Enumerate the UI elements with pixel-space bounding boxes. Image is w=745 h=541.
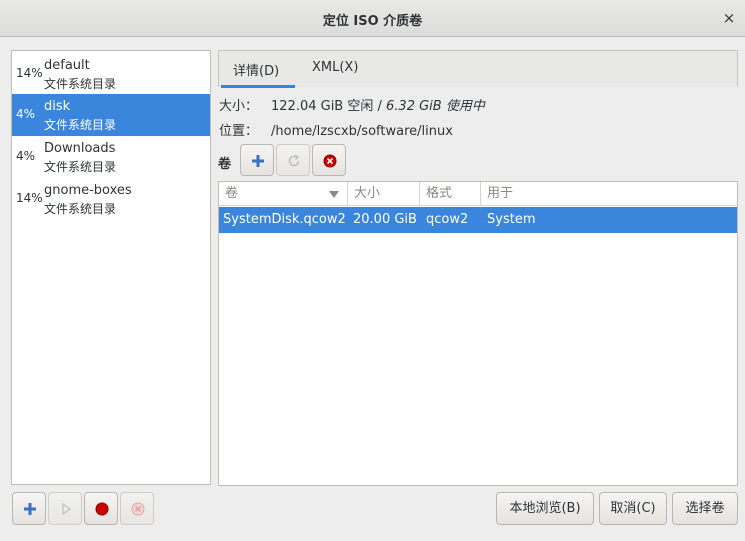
cancel-button[interactable]: 取消(C) [599,492,667,525]
table-row[interactable]: SystemDisk.qcow2 20.00 GiB qcow2 System [219,207,737,233]
delete-pool-button[interactable] [120,492,154,525]
play-icon [62,502,72,516]
column-header-label: 用于 [487,186,514,201]
pool-type: 文件系统目录 [44,202,117,216]
close-icon[interactable]: × [719,8,739,28]
pool-type: 文件系统目录 [44,160,117,174]
size-free: 122.04 GiB 空闲 [271,99,374,114]
record-icon [95,502,109,516]
location-value: /home/lzscxb/software/linux [271,124,453,139]
pool-name: Downloads [44,141,116,156]
pool-usage-percent: 4% [16,107,36,121]
pool-name: gnome-boxes [44,183,132,198]
size-label: 大小： [219,99,259,114]
column-header-volume[interactable]: 卷 [219,182,348,206]
pool-usage-percent: 4% [16,149,36,163]
pool-usage-percent: 14% [16,191,43,205]
pool-type: 文件系统目录 [44,118,117,132]
volume-used-by-cell: System [487,212,536,227]
volume-format-cell: qcow2 [426,212,469,227]
volumes-label: 卷 [218,157,232,172]
size-used: 6.32 GiB 使用中 [386,99,485,114]
browse-local-button[interactable]: 本地浏览(B) [496,492,594,525]
add-pool-button[interactable] [12,492,46,525]
title-bar: 定位 ISO 介质卷 × [0,0,745,37]
refresh-volumes-button[interactable] [276,144,310,176]
start-pool-button[interactable] [48,492,82,525]
tab-xml[interactable]: XML(X) [312,60,358,75]
column-header-size[interactable]: 大小 [348,182,420,206]
size-row: 大小： 122.04 GiB 空闲 / 6.32 GiB 使用中 [219,95,485,114]
column-header-used-by[interactable]: 用于 [481,182,737,206]
window-title: 定位 ISO 介质卷 [322,14,423,29]
plus-icon [24,503,36,515]
tab-xml-label: XML(X) [312,60,359,75]
sort-down-icon [329,191,339,198]
pool-item-disk[interactable]: 4% disk 文件系统目录 [12,94,210,136]
storage-pool-list: 14% default 文件系统目录 4% disk 文件系统目录 4% Dow… [11,50,211,485]
choose-volume-button[interactable]: 选择卷 [672,492,738,525]
delete-icon [131,502,145,516]
plus-icon [252,155,264,167]
tab-bar: 详情(D) XML(X) [218,50,738,88]
delete-volume-button[interactable] [312,144,346,176]
volume-table: 卷 大小 格式 用于 SystemDisk.qcow2 20.00 GiB qc… [218,181,738,486]
refresh-icon [288,154,300,167]
volume-name-cell: SystemDisk.qcow2 [223,212,346,227]
active-tab-indicator [221,85,295,88]
pool-type: 文件系统目录 [44,77,117,91]
volume-size-cell: 20.00 GiB [353,212,417,227]
pool-usage-percent: 14% [16,66,43,80]
pool-item-default[interactable]: 14% default 文件系统目录 [12,53,210,95]
location-row: 位置： /home/lzscxb/software/linux [219,120,453,139]
column-header-label: 卷 [225,186,239,201]
size-separator: / [373,99,387,114]
delete-icon [323,154,337,168]
pool-name: default [44,58,90,73]
add-volume-button[interactable] [240,144,274,176]
pool-item-downloads[interactable]: 4% Downloads 文件系统目录 [12,136,210,178]
tab-details-label: 详情(D) [233,64,280,79]
pool-item-gnome-boxes[interactable]: 14% gnome-boxes 文件系统目录 [12,178,210,220]
tab-details[interactable]: 详情(D) [233,60,279,79]
column-header-format[interactable]: 格式 [420,182,481,206]
column-header-label: 格式 [426,186,453,201]
stop-pool-button[interactable] [84,492,118,525]
pool-name: disk [44,99,71,114]
column-header-label: 大小 [354,186,381,201]
location-label: 位置： [219,124,259,139]
